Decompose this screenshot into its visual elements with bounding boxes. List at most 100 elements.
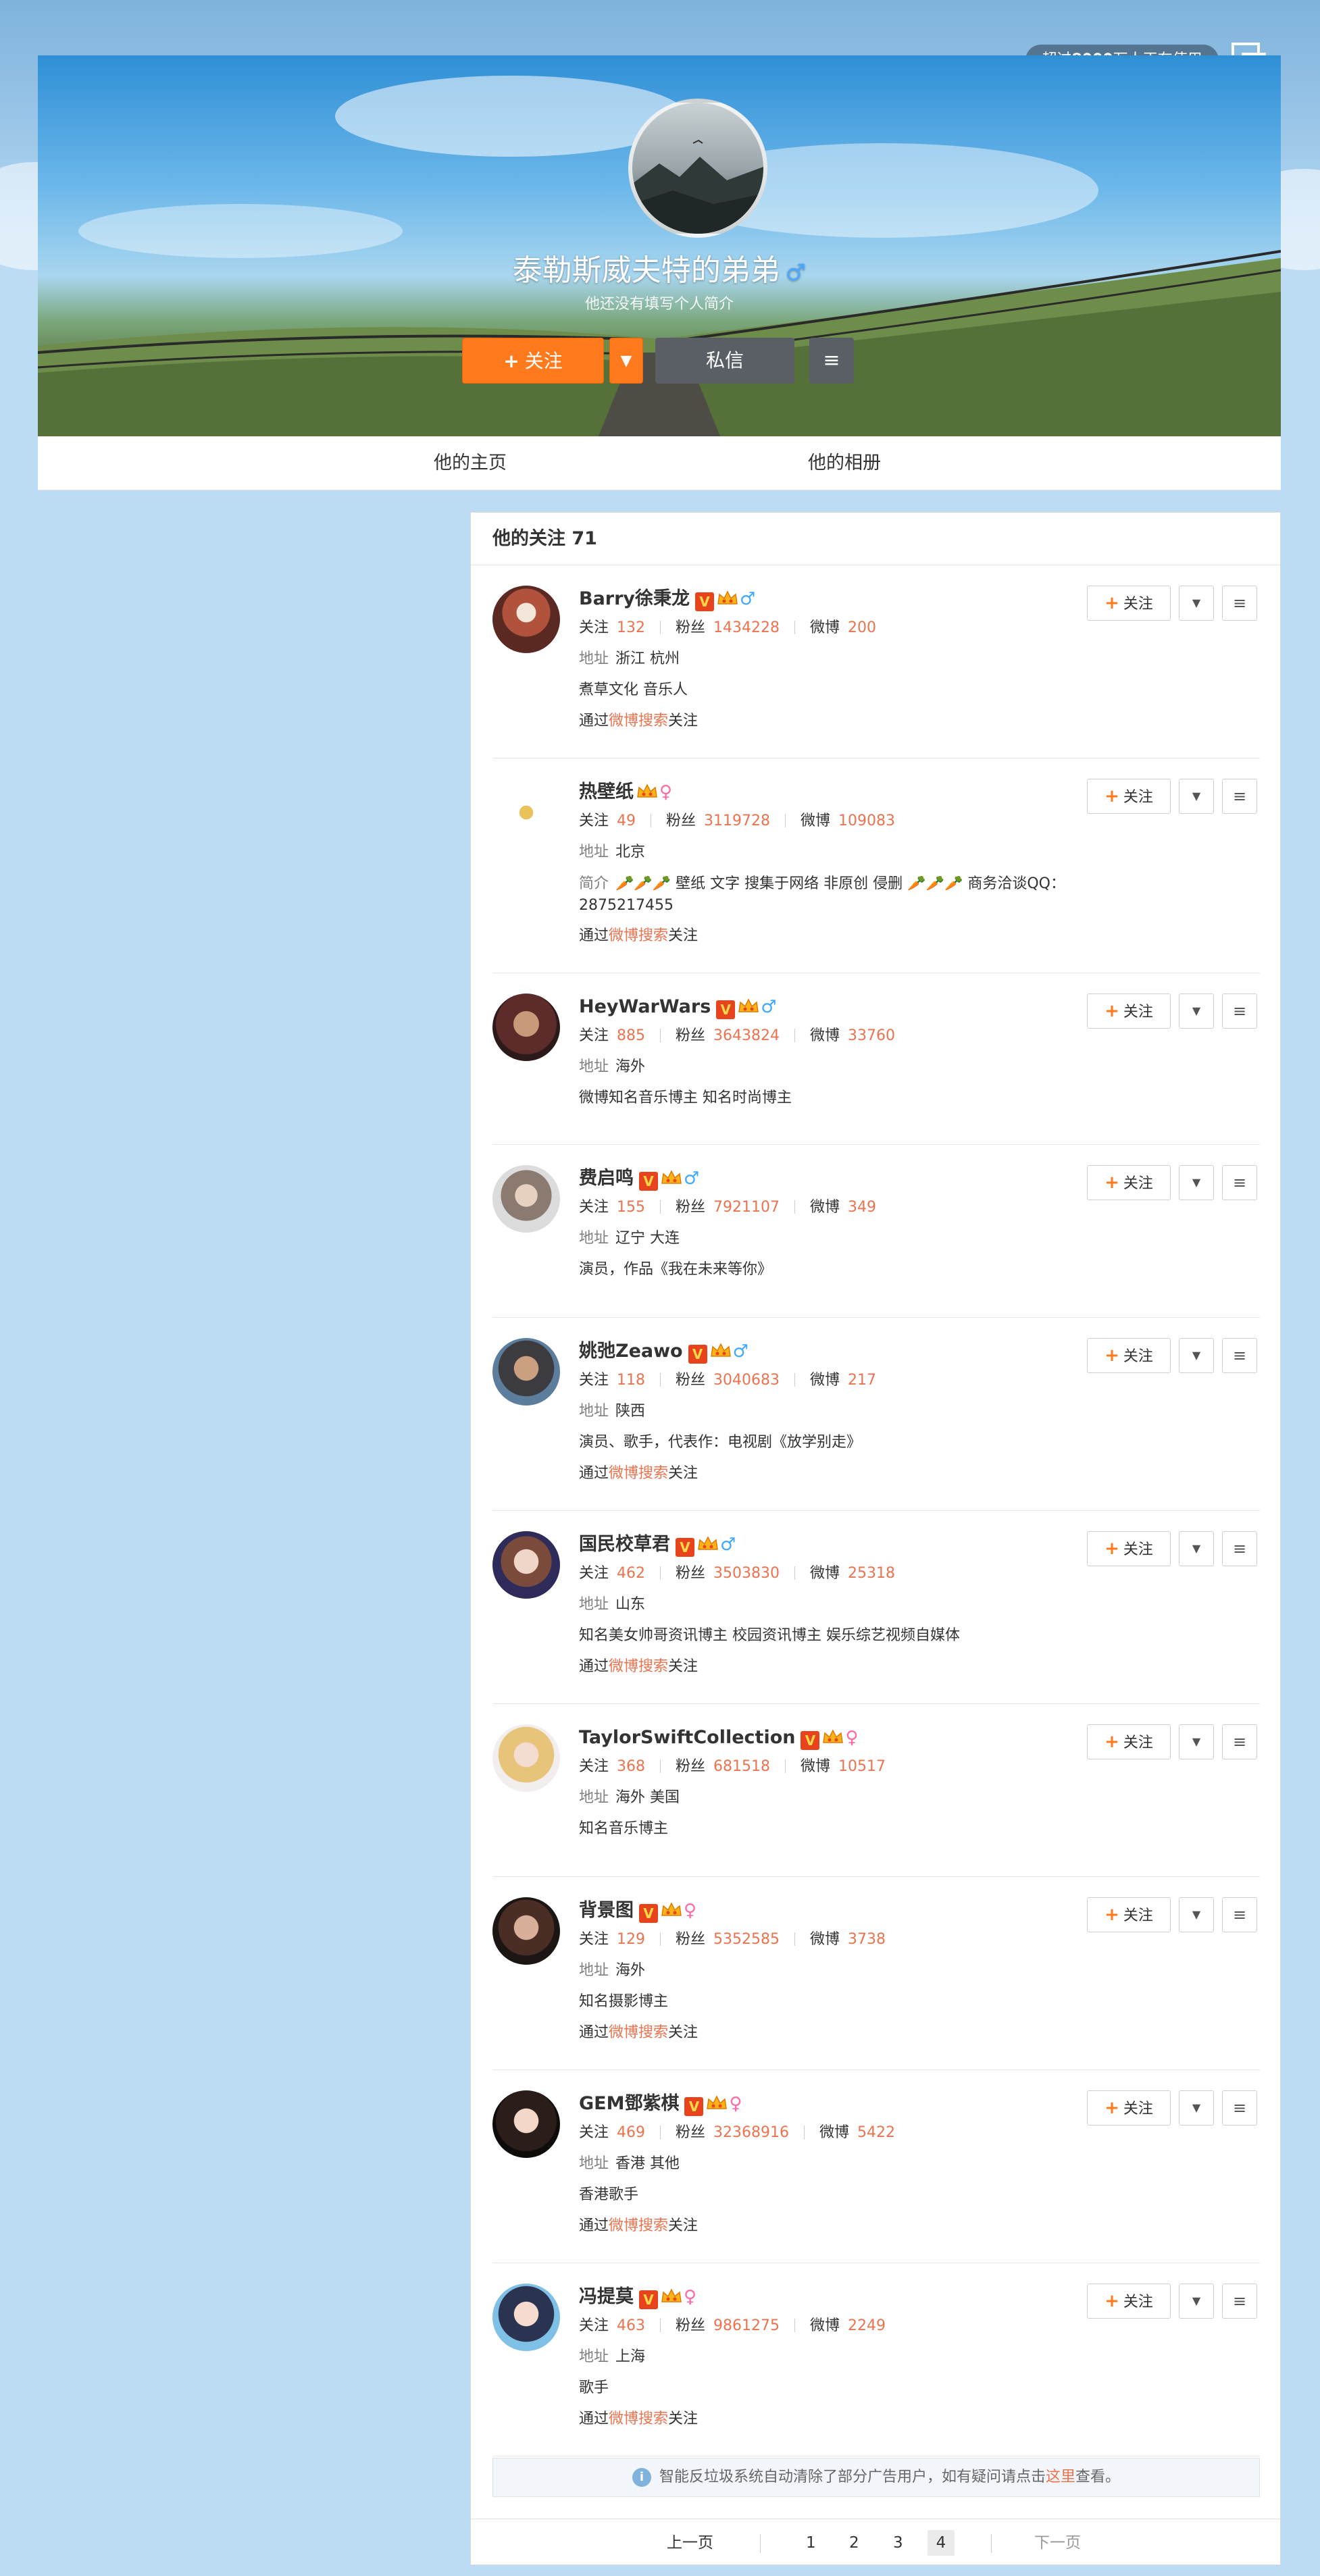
- weibo-count[interactable]: 33760: [848, 1027, 895, 1044]
- following-count[interactable]: 463: [617, 2317, 645, 2334]
- user-avatar[interactable]: [492, 1165, 560, 1233]
- row-follow-button[interactable]: + 关注: [1087, 586, 1171, 621]
- caret-down-icon[interactable]: ▼: [1179, 2284, 1214, 2319]
- verified-icon[interactable]: V: [695, 592, 715, 611]
- following-count[interactable]: 885: [617, 1027, 645, 1044]
- weibo-count[interactable]: 109083: [838, 813, 895, 829]
- user-name-link[interactable]: 费启鸣: [579, 1168, 634, 1189]
- fans-count[interactable]: 3503830: [713, 1565, 780, 1582]
- user-name-link[interactable]: TaylorSwiftCollection: [579, 1727, 795, 1748]
- menu-icon[interactable]: ≡: [1222, 779, 1257, 814]
- verified-icon[interactable]: V: [639, 1172, 658, 1191]
- page-link-1[interactable]: 1: [806, 2519, 816, 2567]
- row-follow-button[interactable]: + 关注: [1087, 2090, 1171, 2126]
- following-count[interactable]: 129: [617, 1931, 645, 1948]
- caret-down-icon[interactable]: ▼: [1179, 779, 1214, 814]
- user-avatar[interactable]: [492, 1897, 560, 1965]
- weibo-count[interactable]: 5422: [857, 2124, 895, 2141]
- member-crown-icon[interactable]: [661, 1901, 682, 1920]
- tab-album[interactable]: 他的相册: [808, 436, 881, 490]
- menu-icon[interactable]: ≡: [1222, 586, 1257, 621]
- member-crown-icon[interactable]: [697, 1535, 719, 1553]
- follow-source-link[interactable]: 微博搜索: [609, 1465, 668, 1482]
- verified-icon[interactable]: V: [801, 1731, 820, 1750]
- user-name-link[interactable]: 背景图: [579, 1900, 634, 1921]
- menu-icon[interactable]: ≡: [1222, 1165, 1257, 1200]
- fans-count[interactable]: 32368916: [713, 2124, 789, 2141]
- weibo-count[interactable]: 217: [848, 1372, 876, 1389]
- weibo-count[interactable]: 25318: [848, 1565, 895, 1582]
- member-crown-icon[interactable]: [738, 997, 759, 1016]
- weibo-count[interactable]: 2249: [848, 2317, 886, 2334]
- menu-icon[interactable]: ≡: [1222, 1724, 1257, 1759]
- menu-icon[interactable]: ≡: [1222, 1531, 1257, 1566]
- menu-icon[interactable]: ≡: [1222, 1338, 1257, 1373]
- caret-down-icon[interactable]: ▼: [1179, 1724, 1214, 1759]
- caret-down-icon[interactable]: ▼: [1179, 1531, 1214, 1566]
- caret-down-icon[interactable]: ▼: [1179, 2090, 1214, 2126]
- user-avatar[interactable]: [492, 586, 560, 653]
- user-name-link[interactable]: 姚弛Zeawo: [579, 1341, 683, 1362]
- follow-source-link[interactable]: 微博搜索: [609, 1658, 668, 1675]
- user-avatar[interactable]: [492, 1531, 560, 1599]
- follow-source-link[interactable]: 微博搜索: [609, 927, 668, 944]
- notice-link[interactable]: 这里: [1046, 2469, 1075, 2485]
- following-count[interactable]: 118: [617, 1372, 645, 1389]
- following-count[interactable]: 49: [617, 813, 636, 829]
- following-count[interactable]: 469: [617, 2124, 645, 2141]
- verified-icon[interactable]: V: [688, 1345, 707, 1364]
- fans-count[interactable]: 3040683: [713, 1372, 780, 1389]
- weibo-count[interactable]: 349: [848, 1199, 876, 1216]
- user-name-link[interactable]: HeyWarWars: [579, 996, 711, 1017]
- fans-count[interactable]: 1434228: [713, 619, 780, 636]
- user-avatar[interactable]: [492, 1338, 560, 1406]
- following-count[interactable]: 368: [617, 1758, 645, 1775]
- caret-down-icon[interactable]: ▼: [1179, 1165, 1214, 1200]
- follow-dropdown-button[interactable]: ▼: [609, 338, 643, 384]
- member-crown-icon[interactable]: [661, 1168, 682, 1187]
- follow-source-link[interactable]: 微博搜索: [609, 2217, 668, 2234]
- following-count[interactable]: 462: [617, 1565, 645, 1582]
- row-follow-button[interactable]: + 关注: [1087, 1338, 1171, 1373]
- row-follow-button[interactable]: + 关注: [1087, 1165, 1171, 1200]
- following-count[interactable]: 132: [617, 619, 645, 636]
- page-link-2[interactable]: 2: [849, 2519, 859, 2567]
- verified-icon[interactable]: V: [684, 2097, 704, 2116]
- weibo-count[interactable]: 200: [848, 619, 876, 636]
- user-avatar[interactable]: [492, 1724, 560, 1792]
- menu-icon[interactable]: ≡: [1222, 2090, 1257, 2126]
- fans-count[interactable]: 681518: [713, 1758, 770, 1775]
- caret-down-icon[interactable]: ▼: [1179, 1897, 1214, 1932]
- row-follow-button[interactable]: + 关注: [1087, 2284, 1171, 2319]
- user-name-link[interactable]: Barry徐秉龙: [579, 588, 690, 609]
- page-link-3[interactable]: 3: [893, 2519, 903, 2567]
- row-follow-button[interactable]: + 关注: [1087, 1724, 1171, 1759]
- follow-source-link[interactable]: 微博搜索: [609, 2411, 668, 2427]
- user-avatar[interactable]: [492, 994, 560, 1061]
- member-crown-icon[interactable]: [717, 589, 738, 608]
- message-button[interactable]: 私信: [655, 338, 794, 384]
- weibo-count[interactable]: 10517: [838, 1758, 886, 1775]
- fans-count[interactable]: 3643824: [713, 1027, 780, 1044]
- user-name-link[interactable]: 国民校草君: [579, 1534, 670, 1555]
- prev-page-link[interactable]: 上一页: [667, 2519, 713, 2567]
- more-menu-button[interactable]: ≡: [809, 338, 854, 384]
- user-avatar[interactable]: [492, 2090, 560, 2158]
- user-name-link[interactable]: 冯提莫: [579, 2286, 634, 2307]
- following-count[interactable]: 155: [617, 1199, 645, 1216]
- member-crown-icon[interactable]: [661, 2287, 682, 2306]
- fans-count[interactable]: 7921107: [713, 1199, 780, 1216]
- verified-icon[interactable]: V: [639, 1904, 658, 1923]
- row-follow-button[interactable]: + 关注: [1087, 1531, 1171, 1566]
- row-follow-button[interactable]: + 关注: [1087, 1897, 1171, 1932]
- fans-count[interactable]: 5352585: [713, 1931, 780, 1948]
- menu-icon[interactable]: ≡: [1222, 2284, 1257, 2319]
- caret-down-icon[interactable]: ▼: [1179, 1338, 1214, 1373]
- follow-source-link[interactable]: 微博搜索: [609, 713, 668, 729]
- member-crown-icon[interactable]: [710, 1341, 732, 1360]
- row-follow-button[interactable]: + 关注: [1087, 994, 1171, 1029]
- weibo-count[interactable]: 3738: [848, 1931, 886, 1948]
- member-crown-icon[interactable]: [706, 2094, 728, 2113]
- tab-home[interactable]: 他的主页: [434, 436, 507, 490]
- menu-icon[interactable]: ≡: [1222, 1897, 1257, 1932]
